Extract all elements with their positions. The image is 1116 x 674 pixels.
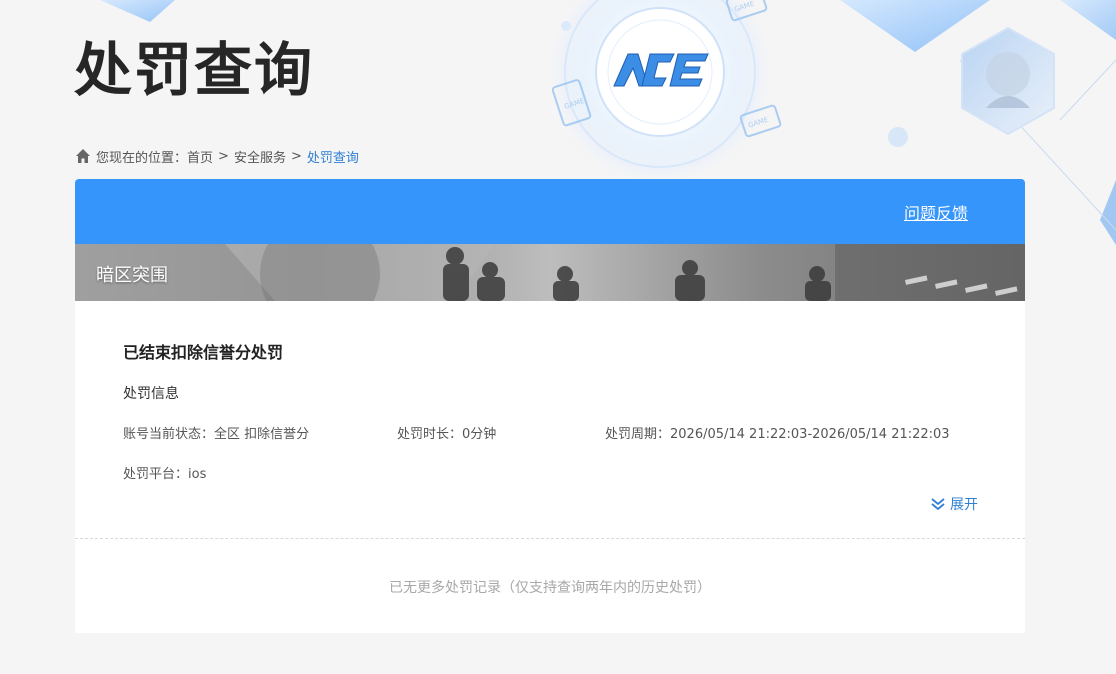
penalty-platform: 处罚平台：ios bbox=[123, 467, 207, 482]
game-banner-art bbox=[75, 244, 1025, 301]
home-icon bbox=[76, 149, 90, 163]
game-banner: 暗区突围 bbox=[75, 244, 1025, 301]
svg-text:GAME: GAME bbox=[733, 0, 755, 14]
section-label: 处罚信息 bbox=[123, 386, 179, 402]
feedback-link[interactable]: 问题反馈 bbox=[904, 200, 968, 224]
expand-label: 展开 bbox=[950, 497, 978, 513]
breadcrumb-home-link[interactable]: 首页 bbox=[187, 147, 213, 166]
no-more-records-note: 已无更多处罚记录（仅支持查询两年内的历史处罚） bbox=[389, 580, 711, 596]
penalty-period: 处罚周期：2026/05/14 21:22:03-2026/05/14 21:2… bbox=[605, 427, 950, 442]
penalty-panel: 问题反馈 暗区突围 已结束扣除信誉分处罚 处罚信息 账号当前状态：全区 扣除信誉… bbox=[75, 179, 1025, 633]
breadcrumb-separator: > bbox=[218, 148, 229, 164]
ace-logo bbox=[613, 53, 709, 87]
svg-text:GAME: GAME bbox=[747, 116, 769, 130]
breadcrumb: 您现在的位置： 首页 > 安全服务 > 处罚查询 bbox=[75, 146, 359, 166]
breadcrumb-prefix: 您现在的位置： bbox=[96, 150, 188, 166]
double-chevron-down-icon bbox=[931, 498, 945, 511]
panel-header-bar: 问题反馈 bbox=[75, 179, 1025, 244]
penalty-duration: 处罚时长：0分钟 bbox=[397, 427, 497, 442]
breadcrumb-section-link[interactable]: 安全服务 bbox=[234, 147, 286, 166]
game-name: 暗区突围 bbox=[96, 265, 168, 286]
breadcrumb-current: 处罚查询 bbox=[306, 150, 359, 166]
page-title: 处罚查询 bbox=[74, 36, 315, 104]
account-status: 账号当前状态：全区 扣除信誉分 bbox=[123, 427, 310, 442]
breadcrumb-separator: > bbox=[290, 148, 302, 164]
svg-text:GAME: GAME bbox=[563, 97, 585, 111]
expand-button[interactable]: 展开 bbox=[930, 494, 978, 514]
record-title: 已结束扣除信誉分处罚 bbox=[123, 343, 284, 362]
penalty-record: 已结束扣除信誉分处罚 处罚信息 账号当前状态：全区 扣除信誉分 处罚时长：0分钟… bbox=[75, 301, 1025, 538]
info-row: 账号当前状态：全区 扣除信誉分 处罚时长：0分钟 处罚周期：2026/05/14… bbox=[123, 425, 977, 445]
